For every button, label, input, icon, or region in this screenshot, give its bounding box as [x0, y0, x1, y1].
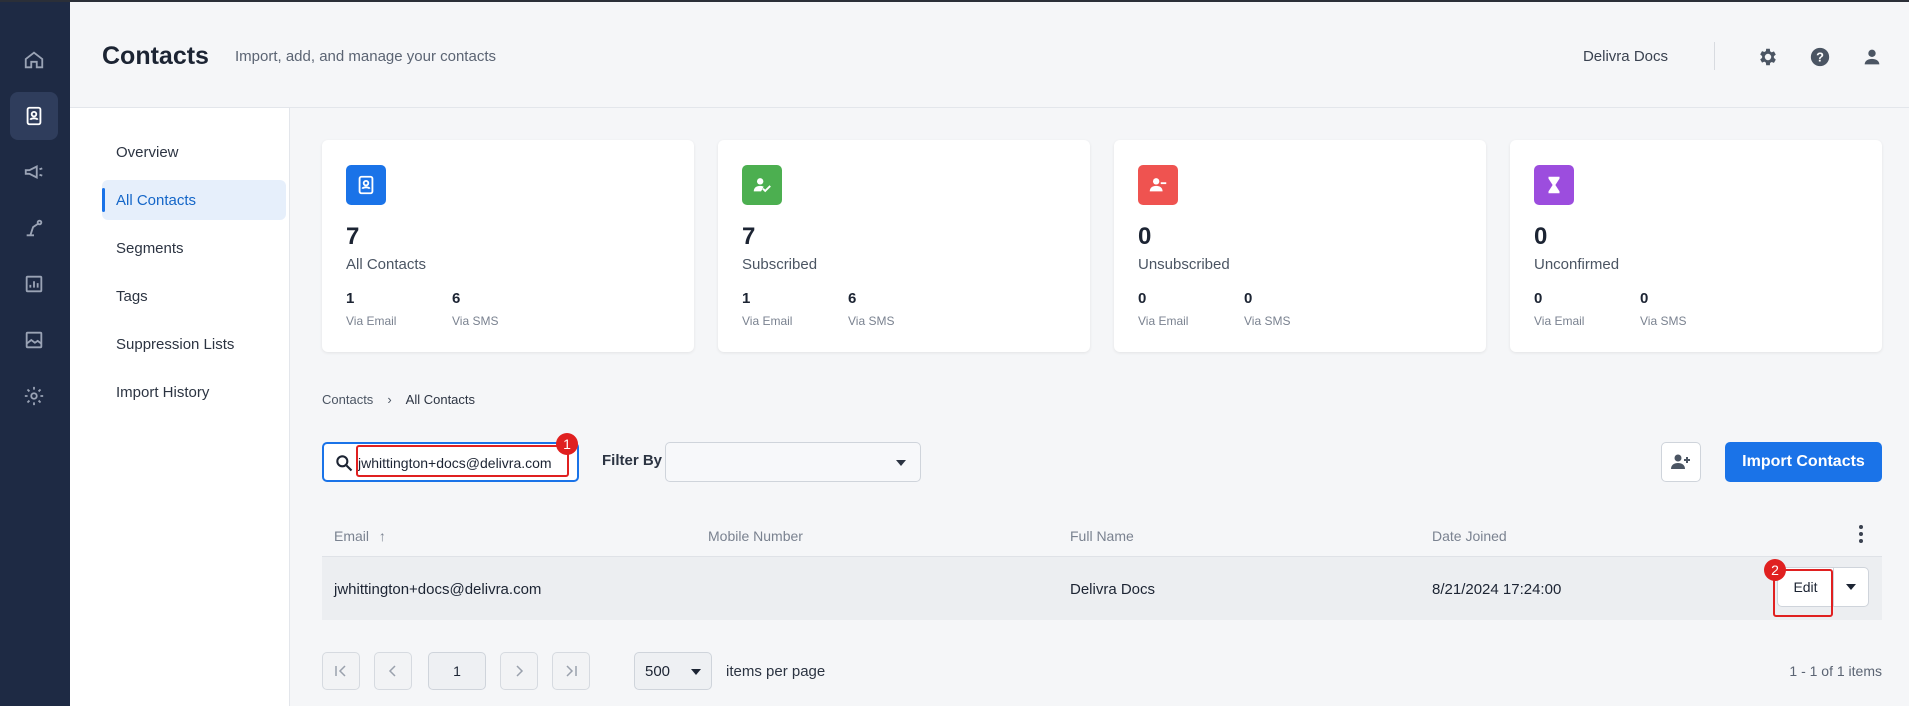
pagination-info: 1 - 1 of 1 items	[1789, 663, 1882, 679]
subnav-item-overview[interactable]: Overview	[102, 132, 286, 172]
stat-via-sms: 6 Via SMS	[452, 290, 499, 328]
stat-via-sms: 0 Via SMS	[1244, 290, 1291, 328]
settings-icon[interactable]	[10, 372, 58, 420]
annotation-box-1	[356, 445, 569, 477]
breadcrumb-current: All Contacts	[405, 392, 476, 407]
cell-email: jwhittington+docs@delivra.com	[334, 581, 542, 598]
column-email[interactable]: Email ↑	[334, 528, 386, 544]
left-rail	[0, 2, 70, 706]
chevron-down-icon	[1846, 584, 1856, 590]
first-page-icon	[335, 665, 346, 677]
account-name[interactable]: Delivra Docs	[1583, 48, 1668, 65]
column-mobile-number[interactable]: Mobile Number	[708, 528, 803, 544]
main-content: 7 All Contacts 1 Via Email 6 Via SMS 7 Sub…	[290, 108, 1909, 706]
column-options-icon[interactable]	[1858, 524, 1864, 549]
breadcrumb: Contacts › All Contacts	[322, 392, 475, 407]
stat-label: Unsubscribed	[1138, 256, 1230, 273]
filter-by-label: Filter By	[602, 452, 663, 469]
hourglass-icon	[1534, 165, 1574, 205]
user-plus-icon	[1671, 454, 1690, 469]
row-actions-dropdown[interactable]	[1834, 568, 1868, 606]
last-page-icon	[566, 665, 577, 677]
stat-label: Subscribed	[742, 256, 818, 273]
subnav-item-suppression-lists[interactable]: Suppression Lists	[102, 324, 286, 364]
automation-icon[interactable]	[10, 204, 58, 252]
contacts-table: Email ↑ Mobile Number Full Name Date Joi…	[322, 514, 1882, 620]
contacts-icon[interactable]	[10, 92, 58, 140]
filter-by-select[interactable]	[665, 442, 921, 482]
column-full-name[interactable]: Full Name	[1070, 528, 1134, 544]
media-icon[interactable]	[10, 316, 58, 364]
stat-card-unconfirmed: 0 Unconfirmed 0 Via Email 0 Via SMS	[1510, 140, 1882, 352]
per-page-label: items per page	[726, 663, 826, 680]
stat-value: 7	[346, 223, 360, 250]
reports-icon[interactable]	[10, 260, 58, 308]
page-subtitle: Import, add, and manage your contacts	[235, 48, 496, 65]
gear-icon[interactable]	[1753, 42, 1783, 72]
table-header: Email ↑ Mobile Number Full Name Date Joi…	[322, 514, 1882, 554]
per-page-select[interactable]: 500	[634, 652, 712, 690]
current-page-input[interactable]: 1	[428, 652, 486, 690]
chevron-right-icon	[516, 665, 524, 677]
table-row[interactable]: jwhittington+docs@delivra.com Delivra Do…	[322, 556, 1882, 620]
stat-card-subscribed: 7 Subscribed 1 Via Email 6 Via SMS	[718, 140, 1090, 352]
stat-card-unsubscribed: 0 Unsubscribed 0 Via Email 0 Via SMS	[1114, 140, 1486, 352]
chevron-down-icon	[691, 669, 701, 675]
annotation-badge-2: 2	[1764, 559, 1786, 581]
breadcrumb-separator: ›	[387, 392, 392, 407]
annotation-badge-1: 1	[556, 433, 578, 455]
chevron-left-icon	[388, 665, 396, 677]
sort-arrow-icon: ↑	[378, 528, 386, 544]
stat-value: 7	[742, 223, 756, 250]
help-icon[interactable]: ?	[1805, 42, 1835, 72]
stat-via-email: 0 Via Email	[1534, 290, 1585, 328]
user-check-icon	[742, 165, 782, 205]
subnav-item-import-history[interactable]: Import History	[102, 372, 286, 412]
per-page-value: 500	[645, 662, 671, 680]
user-icon[interactable]	[1857, 42, 1887, 72]
stat-via-email: 1 Via Email	[742, 290, 793, 328]
search-icon	[336, 455, 353, 472]
stat-value: 0	[1138, 223, 1152, 250]
user-minus-icon	[1138, 165, 1178, 205]
pagination: 1 500 items per page 1 - 1 of 1 items	[322, 652, 1882, 692]
first-page-button[interactable]	[322, 652, 360, 690]
add-contact-button[interactable]	[1661, 442, 1701, 482]
subnav-item-tags[interactable]: Tags	[102, 276, 286, 316]
stat-label: Unconfirmed	[1534, 256, 1620, 273]
stat-card-all-contacts: 7 All Contacts 1 Via Email 6 Via SMS	[322, 140, 694, 352]
megaphone-icon[interactable]	[10, 148, 58, 196]
subnav-item-segments[interactable]: Segments	[102, 228, 286, 268]
header-divider	[1714, 42, 1715, 70]
last-page-button[interactable]	[552, 652, 590, 690]
stat-via-email: 1 Via Email	[346, 290, 397, 328]
breadcrumb-contacts[interactable]: Contacts	[322, 392, 373, 407]
contacts-subnav: Overview All Contacts Segments Tags Supp…	[70, 108, 290, 706]
stat-label: All Contacts	[346, 256, 427, 273]
page-header: Contacts Import, add, and manage your co…	[70, 2, 1909, 108]
next-page-button[interactable]	[500, 652, 538, 690]
home-icon[interactable]	[10, 36, 58, 84]
svg-text:?: ?	[1816, 50, 1824, 65]
stat-value: 0	[1534, 223, 1548, 250]
stat-via-sms: 6 Via SMS	[848, 290, 895, 328]
import-contacts-button[interactable]: Import Contacts	[1725, 442, 1882, 482]
subnav-item-all-contacts[interactable]: All Contacts	[102, 180, 286, 220]
prev-page-button[interactable]	[374, 652, 412, 690]
contacts-book-icon	[346, 165, 386, 205]
stat-via-sms: 0 Via SMS	[1640, 290, 1687, 328]
stat-via-email: 0 Via Email	[1138, 290, 1189, 328]
column-date-joined[interactable]: Date Joined	[1432, 528, 1507, 544]
cell-full-name: Delivra Docs	[1070, 581, 1156, 598]
page-title: Contacts	[102, 42, 209, 70]
chevron-down-icon	[896, 460, 906, 466]
cell-date-joined: 8/21/2024 17:24:00	[1432, 581, 1562, 598]
